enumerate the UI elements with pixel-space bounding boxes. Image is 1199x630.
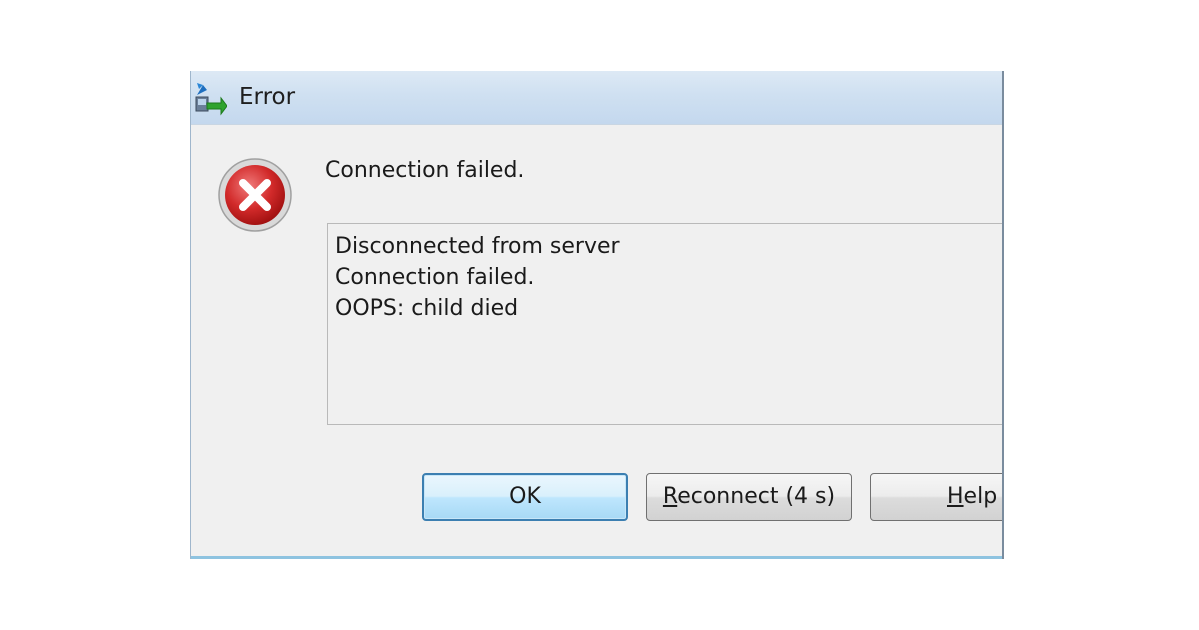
network-connection-icon	[195, 83, 227, 116]
help-button[interactable]: Help	[870, 473, 1002, 521]
help-mnemonic: H	[947, 484, 964, 509]
error-dialog: Error Connection failed. Disconnected fr…	[190, 71, 1004, 559]
help-label: elp	[963, 484, 998, 509]
details-line: Disconnected from server	[335, 234, 620, 259]
reconnect-button[interactable]: Reconnect (4 s)	[646, 473, 852, 521]
reconnect-mnemonic: R	[662, 484, 678, 509]
details-box[interactable]: Disconnected from server Connection fail…	[327, 223, 1002, 425]
dialog-bottom-border	[191, 556, 1002, 559]
screen: Error Connection failed. Disconnected fr…	[0, 0, 1199, 630]
title-bar[interactable]: Error	[191, 71, 1002, 125]
details-line: Connection failed.	[335, 265, 535, 290]
details-line: OOPS: child died	[335, 296, 519, 321]
error-x-icon	[218, 158, 292, 232]
error-message: Connection failed.	[325, 158, 525, 183]
reconnect-label: econnect (4 s)	[677, 484, 836, 509]
dialog-title: Error	[239, 84, 296, 110]
ok-button[interactable]: OK	[422, 473, 628, 521]
